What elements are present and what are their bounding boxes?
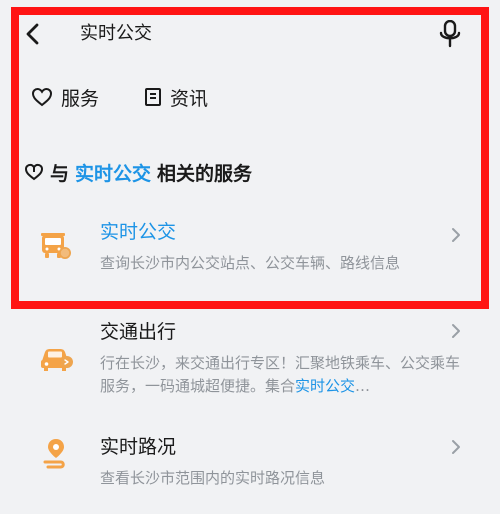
news-icon: [145, 88, 161, 106]
section-heading: 与 实时公交 相关的服务: [24, 159, 252, 185]
car-icon: [41, 349, 73, 371]
service-item-realtime-traffic[interactable]: 实时路况 查看长沙市范围内的实时路况信息: [24, 430, 474, 490]
section-heading-keyword: 实时公交: [75, 162, 152, 185]
tab-news-label: 资讯: [170, 87, 209, 110]
chevron-right-icon[interactable]: [450, 322, 462, 340]
service-description-ellipsis: …: [355, 377, 371, 395]
service-item-traffic-travel[interactable]: 交通出行 行在长沙，来交通出行专区！汇聚地铁乘车、公交乘车服务，一码通城超便捷。…: [24, 315, 474, 395]
service-description-keyword: 实时公交: [295, 377, 356, 395]
heart-icon: [24, 163, 44, 181]
section-heading-suffix: 相关的服务: [157, 162, 253, 185]
heart-icon: [31, 87, 53, 107]
back-icon[interactable]: [23, 22, 43, 46]
service-title[interactable]: 实时公交: [100, 219, 176, 245]
bus-icon: [41, 233, 71, 259]
tab-services-label: 服务: [61, 87, 100, 110]
service-description: 查询长沙市内公交站点、公交车辆、路线信息: [100, 254, 401, 272]
location-route-icon: [43, 439, 65, 469]
service-title[interactable]: 实时路况: [100, 434, 176, 460]
search-query[interactable]: 实时公交: [80, 22, 152, 46]
chevron-right-icon[interactable]: [450, 438, 462, 456]
section-heading-prefix: 与: [50, 162, 70, 185]
service-item-realtime-bus[interactable]: 实时公交 查询长沙市内公交站点、公交车辆、路线信息: [24, 215, 474, 287]
service-title[interactable]: 交通出行: [100, 319, 176, 345]
service-description-text: 行在长沙，来交通出行专区！汇聚地铁乘车、公交乘车服务，一码通城超便捷。集合: [100, 354, 461, 395]
search-bar[interactable]: 实时公交: [18, 14, 483, 56]
microphone-icon[interactable]: [438, 20, 462, 48]
search-results-panel: 实时公交 服务 资讯 与 实时公交 相关的服务 实时公交 查询长沙市内公交站点、…: [0, 0, 500, 514]
service-description: 查看长沙市范围内的实时路况信息: [100, 469, 326, 487]
service-description: 行在长沙，来交通出行专区！汇聚地铁乘车、公交乘车服务，一码通城超便捷。集合实时公…: [100, 352, 460, 398]
chevron-right-icon[interactable]: [450, 226, 462, 244]
tab-news[interactable]: 资讯: [144, 84, 208, 110]
tab-services[interactable]: 服务: [31, 84, 99, 110]
